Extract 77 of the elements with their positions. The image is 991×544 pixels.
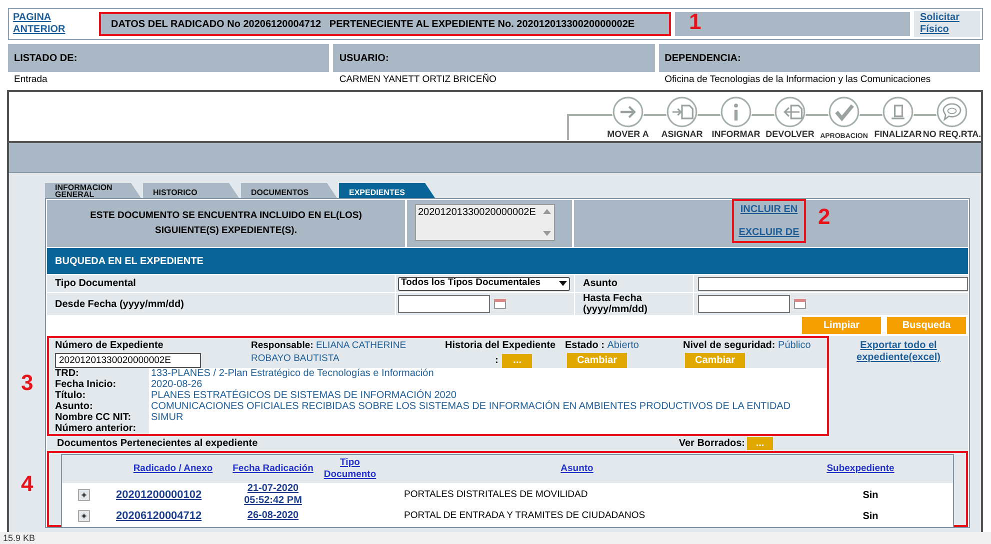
field-label: Historia del Expediente [445,339,557,353]
date-field[interactable] [398,295,490,313]
field-label: Hasta Fecha (yyyy/mm/dd) [583,293,648,315]
radicado-link[interactable]: 20206120004712 [114,508,232,524]
date-field[interactable] [698,295,790,313]
section-title: Documentos Pertenecientes al expediente [57,437,259,451]
tab[interactable]: EXPEDIENTES [339,183,435,198]
calendar-icon[interactable] [494,299,506,309]
responsible-text: Responsable: ELIANA CATHERINE ROBAYO BAUTISTA [251,339,408,366]
detail-value: 2020-08-26 [150,379,202,390]
table-cell-text: Sin [862,488,880,502]
column-header-link[interactable]: Radicado / Anexo [114,463,232,475]
colon-text: : [495,354,498,368]
table-cell-text: Sin [862,510,880,524]
column-value: Entrada [13,72,48,87]
page-title: DATOS DEL RADICADO No 20206120004712 PERTENECIENTE AL EXPEDIENTE No. 20201201330020000002E [99,12,671,36]
column-header-link[interactable]: Fecha Radicación [232,463,314,475]
back-link[interactable]: PAGINA ANTERIOR [11,12,91,36]
action-button[interactable]: ASIGNAR [655,92,709,140]
table-cell-text: PORTALES DISTRITALES DE MOVILIDAD [403,488,589,502]
export-link[interactable]: Exportar todo el expediente(excel) [829,340,968,364]
annotation-number: 3 [21,372,34,394]
scroll-up-icon [543,209,551,214]
action-button[interactable]: MOVER A [601,92,655,140]
chevron-icon [559,281,567,286]
date-link[interactable]: 21-07-2020 [247,483,299,495]
expand-button[interactable]: + [78,489,90,501]
column-header-link[interactable]: Subexpediente [768,463,953,475]
detail-label: Asunto: [49,401,149,412]
state-text: Estado : Abierto [565,339,640,353]
annotation-number: 4 [21,473,34,495]
field-label: Tipo Documental [55,277,136,291]
field-label: Asunto [583,277,618,291]
detail-label: Número anterior: [49,423,149,434]
time-link[interactable]: 05:52:42 PM [244,495,302,507]
table-cell-text: PORTAL DE ENTRADA Y TRAMITES DE CIUDADANOS [403,508,646,523]
expediente-listbox[interactable]: 20201201330020000002E [415,204,555,241]
section-title: BUQUEDA EN EL EXPEDIENTE [47,248,968,274]
field-label: Número de Expediente [55,339,164,353]
column-header-link[interactable]: Asunto [386,463,768,475]
field-label: Ver Borrados: [678,437,745,451]
tab[interactable]: HISTORICO [143,183,239,198]
detail-label: Nombre CC NIT: [49,412,149,423]
detail-label: Título: [49,390,149,401]
field-label: Desde Fecha (yyyy/mm/dd) [55,298,184,312]
tab[interactable]: INFORMACION GENERAL [45,183,141,198]
action-button[interactable]: NO REQ.RTA. [925,92,979,140]
date-link[interactable]: 26-08-2020 [247,510,299,522]
column-heading: DEPENDENCIA: [658,44,980,72]
document-type-select[interactable]: Todos los Tipos Documentales [398,276,570,290]
detail-value: COMUNICACIONES OFICIALES RECIBIDAS SOBRE LOS SISTEMAS DE INFORMACIÓN EN AMBIENTES PRODUCTIVOS DE LA ENTIDAD [150,401,792,412]
column-value: Oficina de Tecnologias de la Informacion y las Comunicaciones [664,72,932,87]
detail-label: TRD: [49,368,149,379]
detail-value: SIMUR [150,412,184,423]
action-button[interactable]: FINALIZAR [871,92,925,140]
column-heading: USUARIO: [333,44,655,72]
detail-value: 133-PLANES / 2-Plan Estratégico de Tecnologías e Información [150,368,435,379]
column-header-link[interactable]: Tipo Documento [314,457,386,481]
security-level-text: Nivel de seguridad: Público [683,339,812,353]
detail-value: PLANES ESTRATÉGICOS DE SISTEMAS DE INFORMACIÓN 2020 [150,390,458,401]
action-button[interactable]: INFORMAR [709,92,763,140]
request-link[interactable]: Solicitar Físico [914,11,980,37]
calendar-icon[interactable] [794,299,806,309]
column-heading: LISTADO DE: [8,44,330,72]
annotation-number: 1 [689,11,702,33]
expediente-number-field[interactable]: 20201201330020000002E [55,353,201,368]
status-bar-text: 15.9 KB [0,532,991,544]
radicado-link[interactable]: 20201200000102 [114,486,232,504]
subject-field[interactable] [698,276,968,290]
tab[interactable]: DOCUMENTOS [241,183,337,198]
expand-button[interactable]: + [78,510,90,522]
annotation-number: 2 [818,206,830,228]
inclusion-message: ESTE DOCUMENTO SE ENCUENTRA INCLUIDO EN EL(LOS) SIGUIENTE(S) EXPEDIENTE(S). [47,200,405,247]
detail-label: Fecha Inicio: [49,379,149,390]
column-value: CARMEN YANETT ORTIZ BRICEÑO [338,72,498,87]
action-button[interactable]: DEVOLVER [763,92,817,140]
scroll-down-icon [543,231,551,236]
